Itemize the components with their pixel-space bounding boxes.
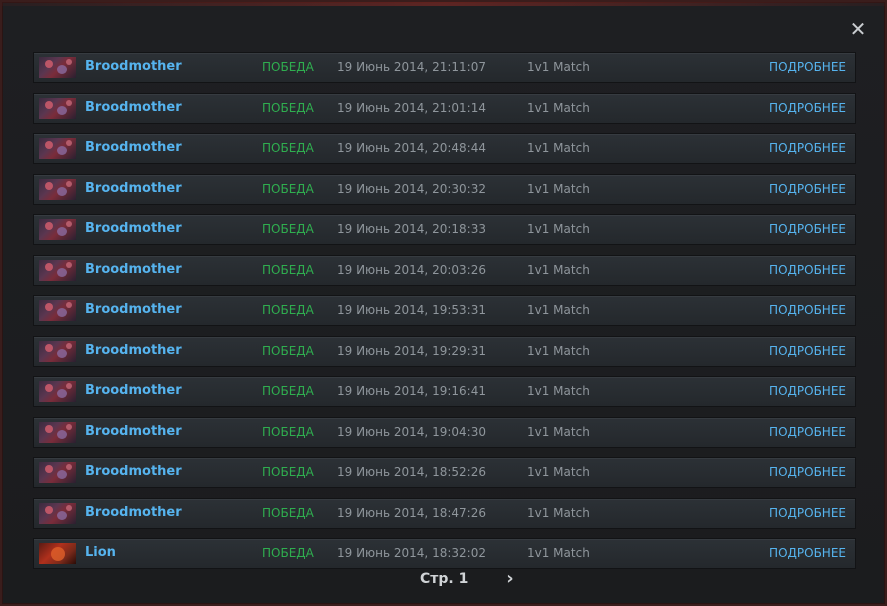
match-date: 19 Июнь 2014, 20:18:33	[337, 222, 486, 236]
hero-portrait-icon	[39, 97, 76, 119]
match-row[interactable]: Broodmother ПОБЕДА 19 Июнь 2014, 19:16:41 1…	[33, 376, 856, 407]
hero-portrait-icon	[39, 138, 76, 159]
hero-name[interactable]: Broodmother	[85, 302, 182, 317]
match-row[interactable]: Broodmother ПОБЕДА 19 Июнь 2014, 21:11:07 1…	[33, 52, 856, 83]
hero-portrait-icon	[39, 178, 76, 200]
match-date: 19 Июнь 2014, 20:03:26	[337, 262, 486, 277]
page-label: Стр. 1	[420, 571, 469, 587]
match-date: 19 Июнь 2014, 19:04:30	[337, 424, 486, 439]
match-row[interactable]: Broodmother ПОБЕДА 19 Июнь 2014, 19:29:31 1…	[33, 335, 856, 367]
details-link[interactable]: ПОДРОБНЕЕ	[769, 546, 846, 560]
match-result: ПОБЕДА	[262, 546, 314, 560]
hero-name[interactable]: Broodmother	[85, 464, 182, 479]
match-mode: 1v1 Match	[527, 424, 590, 439]
match-mode: 1v1 Match	[527, 546, 590, 560]
match-result: ПОБЕДА	[262, 262, 314, 277]
hero-name[interactable]: Broodmother	[85, 383, 182, 398]
hero-portrait-icon	[39, 259, 76, 281]
match-result: ПОБЕДА	[262, 141, 314, 155]
match-mode: 1v1 Match	[527, 384, 590, 398]
match-result: ПОБЕДА	[262, 465, 314, 479]
match-history-dialog: ✕ Broodmother ПОБЕДА 19 Июнь 2014, 21:11:0…	[0, 0, 887, 606]
match-date: 19 Июнь 2014, 19:53:31	[337, 303, 486, 317]
details-link[interactable]: ПОДРОБНЕЕ	[769, 182, 846, 196]
match-mode: 1v1 Match	[527, 505, 590, 520]
hero-portrait-icon	[39, 300, 76, 321]
match-result: ПОБЕДА	[262, 303, 314, 317]
details-link[interactable]: ПОДРОБНЕЕ	[769, 344, 846, 358]
match-result: ПОБЕДА	[262, 222, 314, 236]
match-date: 19 Июнь 2014, 18:47:26	[337, 505, 486, 520]
details-link[interactable]: ПОДРОБНЕЕ	[769, 222, 846, 236]
hero-name[interactable]: Broodmother	[85, 262, 182, 277]
match-result: ПОБЕДА	[262, 343, 314, 358]
hero-name[interactable]: Broodmother	[85, 221, 182, 236]
hero-portrait-icon	[39, 340, 76, 362]
hero-name[interactable]: Broodmother	[85, 140, 182, 155]
match-row[interactable]: Broodmother ПОБЕДА 19 Июнь 2014, 20:48:44 1…	[33, 133, 856, 164]
match-mode: 1v1 Match	[527, 100, 590, 115]
match-date: 19 Июнь 2014, 21:01:14	[337, 100, 486, 115]
match-result: ПОБЕДА	[262, 384, 314, 398]
match-mode: 1v1 Match	[527, 303, 590, 317]
match-result: ПОБЕДА	[262, 60, 314, 74]
hero-portrait-icon	[39, 381, 76, 402]
details-link[interactable]: ПОДРОБНЕЕ	[769, 263, 846, 277]
hero-name[interactable]: Broodmother	[85, 424, 182, 439]
match-mode: 1v1 Match	[527, 181, 590, 196]
hero-name[interactable]: Broodmother	[85, 181, 182, 196]
next-page-arrow-icon[interactable]: ›	[502, 568, 518, 590]
match-mode: 1v1 Match	[527, 262, 590, 277]
match-row[interactable]: Broodmother ПОБЕДА 19 Июнь 2014, 18:52:26 1…	[33, 457, 856, 488]
details-link[interactable]: ПОДРОБНЕЕ	[769, 465, 846, 479]
hero-portrait-icon	[39, 543, 76, 564]
match-date: 19 Июнь 2014, 19:29:31	[337, 343, 486, 358]
details-link[interactable]: ПОДРОБНЕЕ	[769, 303, 846, 317]
match-result: ПОБЕДА	[262, 181, 314, 196]
match-list: Broodmother ПОБЕДА 19 Июнь 2014, 21:11:07 1…	[33, 52, 856, 579]
match-row[interactable]: Broodmother ПОБЕДА 19 Июнь 2014, 19:04:30 1…	[33, 416, 856, 448]
match-result: ПОБЕДА	[262, 100, 314, 115]
details-link[interactable]: ПОДРОБНЕЕ	[769, 101, 846, 115]
pagination: Стр. 1 ›	[2, 568, 887, 590]
hero-name[interactable]: Lion	[85, 545, 116, 560]
match-mode: 1v1 Match	[527, 465, 590, 479]
match-row[interactable]: Broodmother ПОБЕДА 19 Июнь 2014, 20:18:33 1…	[33, 214, 856, 245]
match-result: ПОБЕДА	[262, 505, 314, 520]
hero-name[interactable]: Broodmother	[85, 59, 182, 74]
match-row[interactable]: Broodmother ПОБЕДА 19 Июнь 2014, 20:30:32 1…	[33, 173, 856, 205]
match-mode: 1v1 Match	[527, 60, 590, 74]
hero-name[interactable]: Broodmother	[85, 100, 182, 115]
hero-portrait-icon	[39, 219, 76, 240]
match-date: 19 Июнь 2014, 20:48:44	[337, 141, 486, 155]
match-date: 19 Июнь 2014, 19:16:41	[337, 384, 486, 398]
match-date: 19 Июнь 2014, 18:32:02	[337, 546, 486, 560]
details-link[interactable]: ПОДРОБНЕЕ	[769, 60, 846, 74]
match-row[interactable]: Broodmother ПОБЕДА 19 Июнь 2014, 20:03:26 1…	[33, 254, 856, 286]
details-link[interactable]: ПОДРОБНЕЕ	[769, 141, 846, 155]
match-row[interactable]: Broodmother ПОБЕДА 19 Июнь 2014, 19:53:31 1…	[33, 295, 856, 326]
match-mode: 1v1 Match	[527, 222, 590, 236]
hero-portrait-icon	[39, 57, 76, 78]
match-row[interactable]: Broodmother ПОБЕДА 19 Июнь 2014, 18:47:26 1…	[33, 497, 856, 529]
details-link[interactable]: ПОДРОБНЕЕ	[769, 384, 846, 398]
close-icon[interactable]: ✕	[847, 18, 869, 40]
match-date: 19 Июнь 2014, 21:11:07	[337, 60, 486, 74]
hero-portrait-icon	[39, 421, 76, 443]
window-top-border	[2, 2, 885, 6]
details-link[interactable]: ПОДРОБНЕЕ	[769, 425, 846, 439]
details-link[interactable]: ПОДРОБНЕЕ	[769, 506, 846, 520]
hero-name[interactable]: Broodmother	[85, 505, 182, 520]
match-date: 19 Июнь 2014, 18:52:26	[337, 465, 486, 479]
match-result: ПОБЕДА	[262, 424, 314, 439]
match-mode: 1v1 Match	[527, 343, 590, 358]
hero-name[interactable]: Broodmother	[85, 343, 182, 358]
hero-portrait-icon	[39, 462, 76, 483]
hero-portrait-icon	[39, 502, 76, 524]
match-row[interactable]: Lion ПОБЕДА 19 Июнь 2014, 18:32:02 1v1 Matc…	[33, 538, 856, 569]
match-row[interactable]: Broodmother ПОБЕДА 19 Июнь 2014, 21:01:14 1…	[33, 92, 856, 124]
match-mode: 1v1 Match	[527, 141, 590, 155]
match-date: 19 Июнь 2014, 20:30:32	[337, 181, 486, 196]
